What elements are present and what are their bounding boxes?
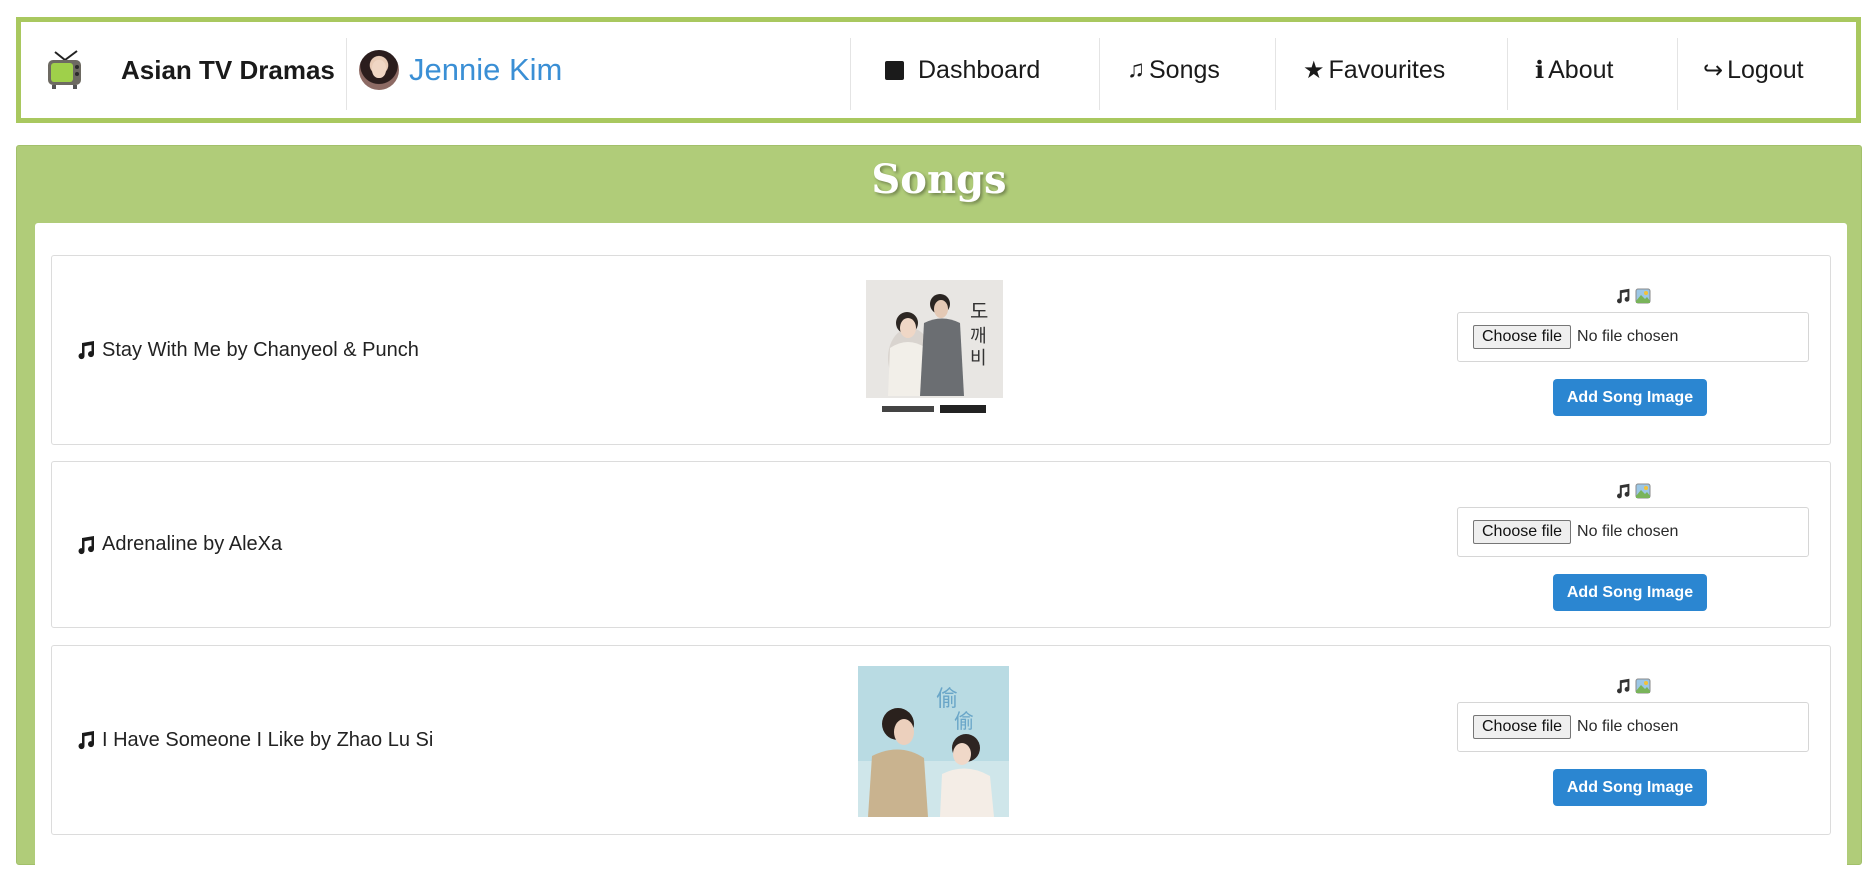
music-note-icon [1617, 678, 1630, 694]
song-card: Adrenaline by AleXa Choose file No file … [51, 461, 1831, 628]
song-title-text: Adrenaline by AleXa [102, 533, 283, 555]
nav-dashboard[interactable]: Dashboard [885, 22, 1040, 118]
nav-songs[interactable]: ♫ Songs [1127, 22, 1220, 118]
picture-icon [1635, 483, 1651, 499]
add-song-image-button[interactable]: Add Song Image [1553, 574, 1707, 611]
nav-about[interactable]: ℹ About [1535, 22, 1613, 118]
nav-divider [850, 38, 851, 110]
file-input[interactable]: Choose file No file chosen [1457, 312, 1809, 362]
songs-panel: Songs Stay With Me by Chanyeol & Punch 도… [16, 145, 1862, 873]
nav-divider [1507, 38, 1508, 110]
music-note-icon [76, 730, 96, 750]
top-navbar: Asian TV Dramas Jennie Kim Dashboard ♫ S… [16, 17, 1861, 123]
info-icon: ℹ [1535, 56, 1545, 84]
file-status: No file chosen [1577, 523, 1679, 540]
upload-icons [1457, 483, 1809, 499]
choose-file-button[interactable]: Choose file [1473, 715, 1572, 739]
song-card: Stay With Me by Chanyeol & Punch 도 깨 비 C… [51, 255, 1831, 445]
panel-title: Songs [871, 156, 1007, 203]
logout-icon: ↪ [1703, 56, 1724, 84]
upload-icons [1457, 678, 1809, 694]
songs-list: Stay With Me by Chanyeol & Punch 도 깨 비 C… [35, 223, 1847, 873]
choose-file-button[interactable]: Choose file [1473, 325, 1572, 349]
svg-text:깨: 깨 [970, 326, 987, 347]
choose-file-button[interactable]: Choose file [1473, 520, 1572, 544]
add-song-image-button[interactable]: Add Song Image [1553, 379, 1707, 416]
nav-divider [1677, 38, 1678, 110]
nav-favourites[interactable]: ★ Favourites [1303, 22, 1445, 118]
svg-text:비: 비 [970, 348, 987, 369]
picture-icon [1635, 678, 1651, 694]
upload-icons [1457, 288, 1809, 304]
nav-logout[interactable]: ↪ Logout [1703, 22, 1804, 118]
song-title-text: Stay With Me by Chanyeol & Punch [102, 338, 419, 361]
music-note-icon [1617, 288, 1630, 304]
file-status: No file chosen [1577, 328, 1679, 345]
music-note-icon [76, 535, 96, 555]
music-note-icon [76, 340, 96, 360]
square-icon [885, 60, 904, 80]
music-note-icon: ♫ [1127, 56, 1145, 83]
song-cover-image: 도 깨 비 [862, 278, 1007, 422]
picture-icon [1635, 288, 1651, 304]
song-card: I Have Someone I Like by Zhao Lu Si 偷 偷 [51, 645, 1831, 835]
nav-about-label: About [1548, 55, 1614, 84]
user-name: Jennie Kim [409, 52, 563, 87]
nav-divider [1275, 38, 1276, 110]
avatar [359, 50, 399, 90]
nav-favourites-label: Favourites [1328, 55, 1446, 84]
nav-logout-label: Logout [1727, 55, 1804, 84]
file-input[interactable]: Choose file No file chosen [1457, 702, 1809, 752]
song-title: I Have Someone I Like by Zhao Lu Si [76, 646, 433, 834]
nav-dashboard-label: Dashboard [918, 55, 1041, 84]
star-icon: ★ [1303, 56, 1325, 84]
file-input[interactable]: Choose file No file chosen [1457, 507, 1809, 557]
song-title-text: I Have Someone I Like by Zhao Lu Si [102, 728, 434, 751]
song-title: Stay With Me by Chanyeol & Punch [76, 256, 419, 444]
svg-text:도: 도 [970, 299, 988, 323]
upload-form: Choose file No file chosen Add Song Imag… [1457, 646, 1809, 834]
song-cover-image: 偷 偷 [858, 666, 1009, 817]
add-song-image-button[interactable]: Add Song Image [1553, 769, 1707, 806]
brand-title[interactable]: Asian TV Dramas [121, 22, 335, 118]
nav-divider [1099, 38, 1100, 110]
file-status: No file chosen [1577, 718, 1679, 735]
upload-form: Choose file No file chosen Add Song Imag… [1457, 256, 1809, 444]
user-profile[interactable]: Jennie Kim [359, 22, 562, 118]
music-note-icon [1617, 483, 1630, 499]
song-title: Adrenaline by AleXa [76, 462, 282, 627]
nav-songs-label: Songs [1149, 55, 1220, 84]
svg-text:偷: 偷 [954, 709, 974, 733]
upload-form: Choose file No file chosen Add Song Imag… [1457, 462, 1809, 627]
nav-divider [346, 38, 347, 110]
tv-icon[interactable] [46, 22, 84, 118]
